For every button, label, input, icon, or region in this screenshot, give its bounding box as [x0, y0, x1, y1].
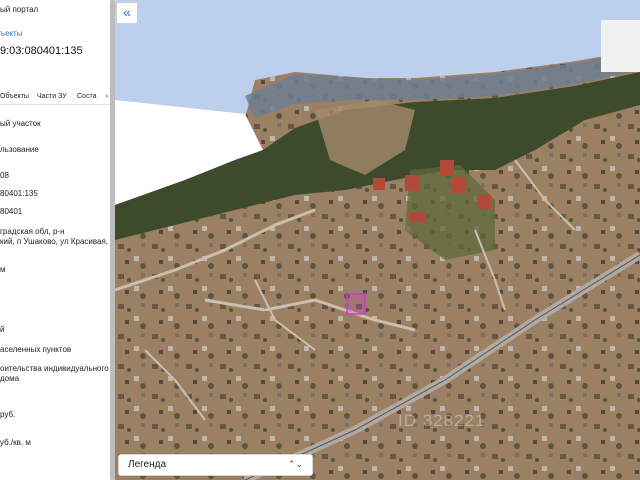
- info-line-area: м: [0, 265, 6, 274]
- info-line-category-prefix: й: [0, 325, 5, 334]
- info-panel: ый портал ъекты 9:03:080401:135 Объекты …: [0, 0, 110, 480]
- tabs-scroll-right-icon[interactable]: ›: [106, 93, 108, 100]
- info-line-date: 08: [0, 171, 9, 180]
- satellite-map[interactable]: [115, 0, 640, 480]
- tab-objects[interactable]: Объекты: [0, 93, 29, 100]
- info-line-address-1: градская обл, р-н: [0, 227, 65, 236]
- map-imagery: [115, 0, 640, 480]
- watermark: ID 328221: [398, 411, 486, 430]
- tab-parcel-parts[interactable]: Части ЗУ: [37, 93, 67, 100]
- info-line-permitted-use-2: дома: [0, 374, 20, 383]
- info-line-category: аселенных пунктов: [0, 345, 72, 354]
- legend-label: Легенда: [128, 459, 167, 470]
- portal-title: ый портал: [0, 5, 39, 14]
- info-line-number: 80401:135: [0, 189, 38, 198]
- info-line-quarter: 80401: [0, 207, 23, 216]
- info-line-permitted-use-1: оительства индивидуального: [0, 364, 109, 373]
- info-line-usage: льзование: [0, 145, 39, 154]
- objects-link[interactable]: ъекты: [0, 29, 22, 39]
- info-line-cost: руб.: [0, 410, 16, 419]
- legend-dropdown[interactable]: Легенда ⌃⌄: [118, 454, 313, 476]
- collapse-panel-button[interactable]: «: [116, 2, 138, 24]
- tabs-divider: [0, 104, 110, 105]
- tab-composition[interactable]: Соста: [77, 93, 96, 100]
- cadastral-number: 9:03:080401:135: [0, 45, 83, 57]
- chevron-up-down-icon: ⌃⌄: [287, 459, 303, 469]
- info-line-type: ый участок: [0, 119, 41, 128]
- object-tabs: Объекты Части ЗУ Соста ›: [0, 89, 110, 105]
- info-line-address-2: кий, п Ушаково, ул Красивая,: [0, 237, 109, 246]
- info-line-cost-per-m2: уб./кв. м: [0, 438, 31, 447]
